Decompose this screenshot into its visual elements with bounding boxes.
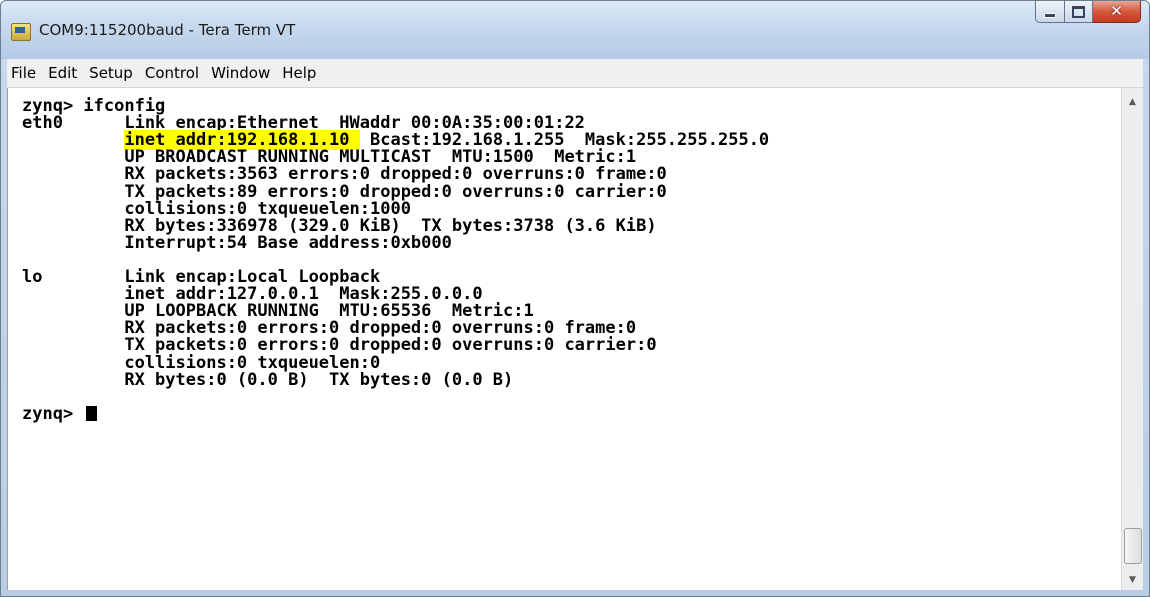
terminal-area[interactable]: zynq> ifconfig eth0 Link encap:Ethernet H…	[7, 88, 1121, 590]
close-icon: ✕	[1110, 2, 1123, 20]
scroll-up-arrow-icon[interactable]: ▲	[1122, 92, 1143, 112]
minimize-button[interactable]	[1035, 1, 1065, 23]
maximize-button[interactable]	[1065, 1, 1093, 23]
window-controls: ✕	[1035, 1, 1141, 23]
close-button[interactable]: ✕	[1093, 1, 1141, 23]
scroll-down-arrow-icon[interactable]: ▼	[1122, 570, 1143, 590]
tera-term-app-icon[interactable]	[11, 23, 31, 41]
terminal-line-text: Interrupt:54 Base address:0xb000	[22, 232, 452, 253]
maximize-icon	[1072, 5, 1085, 18]
terminal-cursor	[86, 405, 98, 421]
menu-help[interactable]: Help	[276, 60, 322, 86]
window-title: COM9:115200baud - Tera Term VT	[39, 21, 296, 39]
terminal-line: RX bytes:0 (0.0 B) TX bytes:0 (0.0 B)	[22, 369, 514, 390]
terminal-line-text: zynq>	[22, 403, 84, 424]
terminal-line-text: RX bytes:0 (0.0 B) TX bytes:0 (0.0 B)	[22, 369, 514, 390]
menu-setup[interactable]: Setup	[83, 60, 139, 86]
tera-term-window: COM9:115200baud - Tera Term VT ✕ File Ed…	[0, 0, 1150, 597]
menu-bar: File Edit Setup Control Window Help	[7, 59, 1143, 88]
terminal-line: Interrupt:54 Base address:0xb000	[22, 232, 452, 253]
menu-control[interactable]: Control	[139, 60, 205, 86]
vertical-scrollbar[interactable]: ▲ ▼	[1121, 88, 1143, 590]
minimize-icon	[1044, 13, 1056, 18]
title-bar[interactable]: COM9:115200baud - Tera Term VT ✕	[1, 1, 1149, 59]
menu-edit[interactable]: Edit	[42, 60, 83, 86]
menu-window[interactable]: Window	[205, 60, 276, 86]
scrollbar-thumb[interactable]	[1124, 528, 1142, 564]
terminal-line: zynq>	[22, 403, 98, 424]
menu-file[interactable]: File	[7, 60, 42, 86]
